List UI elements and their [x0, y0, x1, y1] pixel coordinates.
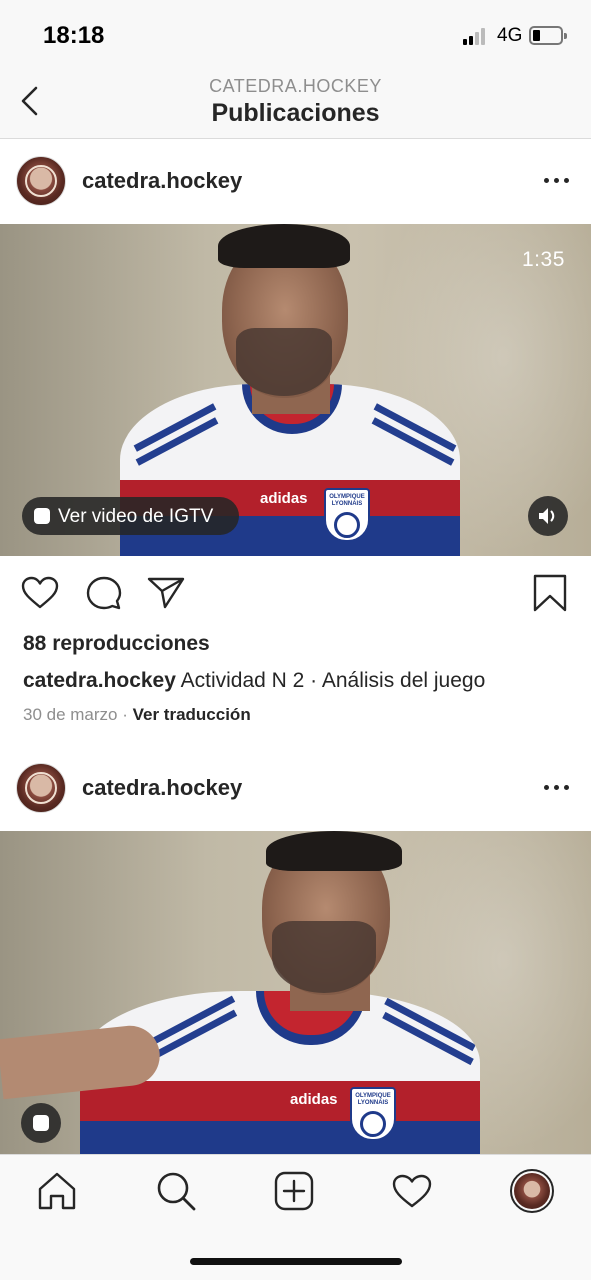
signal-icon	[463, 27, 491, 45]
igtv-icon	[33, 1115, 49, 1131]
nav-header: CATEDRA.HOCKEY Publicaciones	[0, 66, 591, 139]
share-button[interactable]	[145, 572, 187, 614]
bookmark-icon	[533, 574, 567, 612]
plus-square-icon	[274, 1171, 314, 1211]
igtv-icon	[34, 508, 50, 524]
post-video[interactable]: adidas OLYMPIQUE LYONNAIS	[0, 831, 591, 1154]
search-icon	[157, 1172, 196, 1211]
post-video[interactable]: adidas OLYMPIQUE LYONNAIS 1:35 Ver video…	[0, 224, 591, 556]
meta-separator: ·	[117, 705, 133, 724]
profile-subtitle: CATEDRA.HOCKEY	[209, 76, 382, 96]
view-count[interactable]: 88 reproducciones	[23, 632, 210, 656]
more-options-button[interactable]	[536, 775, 576, 801]
status-time: 18:18	[43, 22, 105, 49]
video-frame: adidas OLYMPIQUE LYONNAIS	[0, 831, 591, 1154]
caption-username[interactable]: catedra.hockey	[23, 669, 176, 692]
see-translation-link[interactable]: Ver traducción	[133, 705, 251, 724]
profile-avatar	[514, 1173, 550, 1209]
battery-icon	[529, 26, 567, 45]
post-meta: 30 de marzo · Ver traducción	[23, 705, 251, 725]
caption-text: Actividad N 2 · Análisis del juego	[180, 669, 486, 692]
more-options-button[interactable]	[536, 168, 576, 194]
tab-new-post[interactable]	[272, 1169, 316, 1213]
club-crest: OLYMPIQUE LYONNAIS	[324, 488, 370, 542]
post-username[interactable]: catedra.hockey	[82, 775, 242, 801]
avatar[interactable]	[16, 763, 66, 813]
jersey-brand: adidas	[290, 1091, 338, 1108]
tab-search[interactable]	[154, 1169, 198, 1213]
avatar[interactable]	[16, 156, 66, 206]
heart-icon	[21, 576, 59, 609]
page-title: Publicaciones	[211, 99, 380, 127]
paper-plane-icon	[147, 577, 185, 609]
like-button[interactable]	[19, 572, 61, 614]
post-caption: catedra.hockey Actividad N 2 · Análisis …	[23, 669, 485, 693]
post-header: catedra.hockey	[0, 140, 591, 224]
jersey-brand: adidas	[260, 490, 308, 507]
status-bar: 18:18 4G	[0, 0, 591, 66]
tab-profile[interactable]	[510, 1169, 554, 1213]
post-date: 30 de marzo	[23, 705, 118, 724]
network-label: 4G	[497, 25, 523, 46]
comment-button[interactable]	[83, 572, 125, 614]
save-button[interactable]	[529, 572, 571, 614]
heart-icon	[392, 1174, 432, 1208]
home-indicator[interactable]	[190, 1258, 402, 1265]
home-icon	[38, 1172, 76, 1210]
sound-toggle-button[interactable]	[528, 496, 568, 536]
post-actions	[0, 556, 591, 634]
igtv-button[interactable]: Ver video de IGTV	[22, 497, 239, 535]
comment-icon	[86, 576, 122, 610]
club-crest: OLYMPIQUE LYONNAIS	[350, 1087, 396, 1141]
tab-home[interactable]	[35, 1169, 79, 1213]
tab-activity[interactable]	[390, 1169, 434, 1213]
post-username[interactable]: catedra.hockey	[82, 168, 242, 194]
speaker-icon	[539, 508, 555, 524]
igtv-button[interactable]	[21, 1103, 61, 1143]
video-duration: 1:35	[522, 248, 565, 271]
post-header: catedra.hockey	[0, 747, 591, 831]
igtv-label: Ver video de IGTV	[58, 506, 214, 527]
